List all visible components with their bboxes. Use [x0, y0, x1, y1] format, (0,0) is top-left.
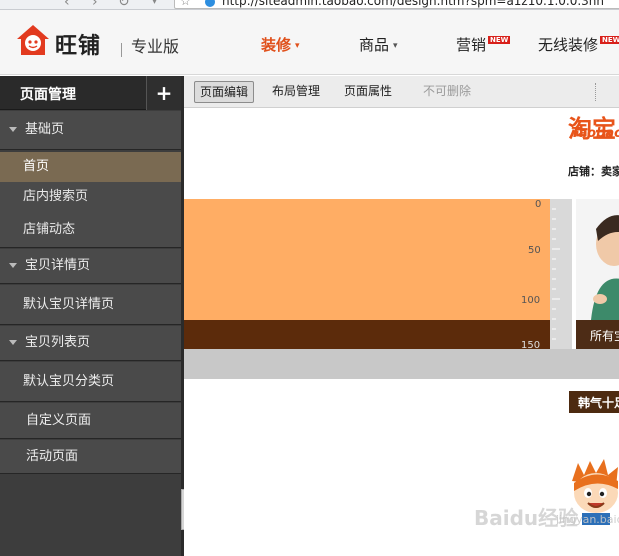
- triangle-down-icon: [9, 263, 17, 268]
- nav-marketing[interactable]: 营销 NEW: [456, 34, 511, 55]
- shop-name-label: 店铺：卖家: [568, 165, 619, 178]
- sidebar-item-default-detail[interactable]: 默认宝贝详情页: [0, 285, 181, 325]
- chevron-down-icon: ▾: [393, 41, 398, 51]
- brand-name: 旺铺: [55, 34, 102, 59]
- sidebar-item-custom-page[interactable]: 自定义页面: [0, 403, 181, 439]
- gray-separator-band: [184, 349, 619, 379]
- wangpu-logo-icon: [17, 25, 49, 55]
- page-toolbar: 页面编辑 布局管理 页面属性 不可删除: [184, 76, 619, 108]
- chevron-down-icon: ▾: [295, 41, 300, 51]
- sidebar-title: 页面管理: [20, 87, 76, 103]
- sidebar-group-list[interactable]: 宝贝列表页: [0, 326, 181, 361]
- promo-person-image: [576, 199, 619, 320]
- triangle-down-icon: [9, 127, 17, 132]
- app-window: ‹ › ↻ ▾ ☆ http://siteadmin.taobao.com/de…: [0, 0, 619, 556]
- dropdown-icon[interactable]: ▾: [152, 0, 157, 7]
- banner-module[interactable]: 0 50 100 150 所有宝贝: [184, 199, 619, 351]
- toolbar-divider: [595, 83, 596, 101]
- sidebar-group-basic[interactable]: 基础页: [0, 111, 181, 150]
- page-sidebar: 页面管理 + 基础页 首页 店内搜索页 店铺动态 宝贝详情页 默认宝贝详情页 宝…: [0, 76, 181, 556]
- sidebar-item-news[interactable]: 店铺动态: [0, 212, 181, 248]
- taobao-logo-en: Taobao: [571, 126, 619, 141]
- brand-divider: [121, 43, 122, 57]
- ruler-label: 100: [521, 295, 541, 306]
- design-canvas[interactable]: 淘宝 Taobao 店铺：卖家 0 50 100 150 所有 韩气十 Baid…: [184, 109, 619, 556]
- forward-icon[interactable]: ›: [92, 0, 98, 9]
- new-badge: NEW: [488, 36, 511, 44]
- cannot-delete-label: 不可删除: [423, 84, 472, 98]
- triangle-down-icon: [9, 340, 17, 345]
- sidebar-item-home[interactable]: 首页: [0, 152, 181, 182]
- reload-icon[interactable]: ↻: [118, 0, 130, 9]
- banner-brown-strip: [184, 320, 550, 349]
- back-icon[interactable]: ‹: [64, 0, 70, 9]
- nav-products[interactable]: 商品 ▾: [359, 34, 398, 55]
- page-properties-button[interactable]: 页面属性: [339, 81, 397, 103]
- promo-caption: 所有宝贝: [590, 329, 619, 343]
- product-title-text: 韩气十足: [578, 396, 619, 410]
- baidu-watermark-url: jingyan.baidu.com: [556, 513, 619, 526]
- banner-orange-block[interactable]: [184, 199, 550, 320]
- sidebar-item-default-category[interactable]: 默认宝贝分类页: [0, 362, 181, 402]
- layout-manage-button[interactable]: 布局管理: [267, 81, 325, 103]
- app-header: 旺铺 专业版 装修 ▾ 商品 ▾ 营销 NEW 无线装修 NEW: [0, 10, 619, 75]
- sidebar-group-detail[interactable]: 宝贝详情页: [0, 249, 181, 284]
- page-edit-button[interactable]: 页面编辑: [194, 81, 255, 103]
- sidebar-empty-area: [0, 474, 181, 556]
- edition-label: 专业版: [131, 37, 180, 56]
- ruler-ticks: [552, 208, 560, 340]
- nav-decorate[interactable]: 装修 ▾: [261, 34, 300, 55]
- new-badge: NEW: [600, 36, 619, 44]
- ruler-label: 50: [528, 245, 541, 256]
- url-text[interactable]: http://siteadmin.taobao.com/design.htm?s…: [222, 0, 604, 8]
- sidebar-header: 页面管理 +: [0, 76, 181, 110]
- sidebar-item-search[interactable]: 店内搜索页: [0, 182, 181, 212]
- add-page-button[interactable]: +: [146, 76, 181, 110]
- bookmark-star-icon[interactable]: ☆: [180, 0, 191, 8]
- browser-chrome: ‹ › ↻ ▾ ☆ http://siteadmin.taobao.com/de…: [0, 0, 619, 10]
- nav-mobile-decorate[interactable]: 无线装修 NEW: [538, 34, 619, 55]
- ruler-label: 0: [535, 199, 542, 210]
- sidebar-item-activity-page[interactable]: 活动页面: [0, 440, 181, 474]
